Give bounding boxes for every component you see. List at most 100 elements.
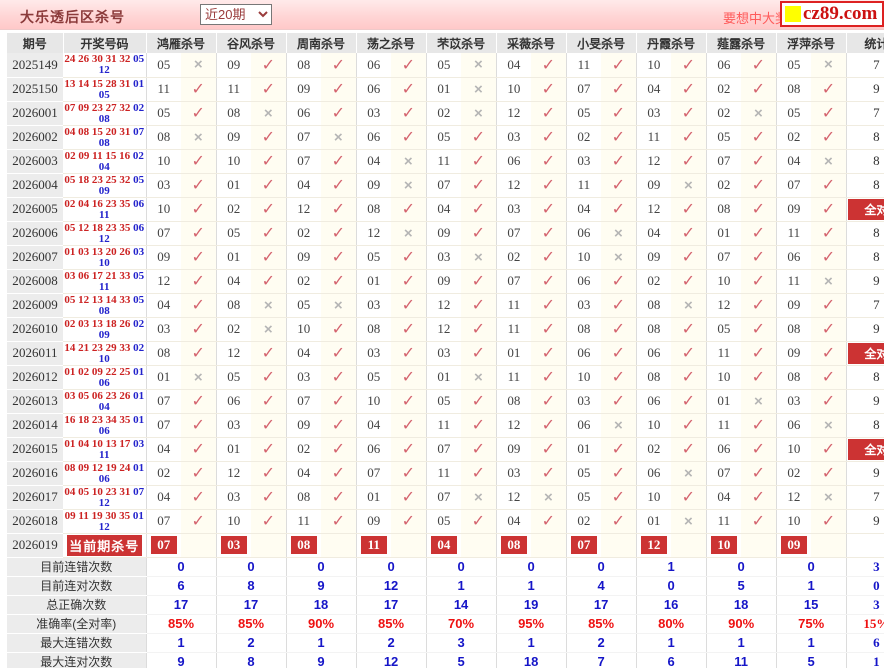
check-icon: ✓ <box>331 513 345 530</box>
kill-mark-cell: ✓ <box>601 293 637 318</box>
kill-mark-cell: ✓ <box>531 149 567 174</box>
kill-mark-cell: ✓ <box>181 149 217 174</box>
kill-number-cell: 05 <box>425 389 462 414</box>
kill-mark-cell: ✓ <box>461 317 497 342</box>
check-icon: ✓ <box>751 201 766 218</box>
draw-numbers-cell: 03 05 06 23 26 01 04 <box>63 389 146 414</box>
back-number-1: 02 <box>133 101 145 114</box>
summary-label: 最大连错次数 <box>7 633 146 653</box>
summary-value-text: 75% <box>798 616 825 631</box>
kill-mark-cell: ✓ <box>181 221 217 246</box>
kill-mark-cell: ✓ <box>531 461 567 486</box>
table-row: 2026009 05 12 13 14 33 05 08 04 ✓ 08 × 05 × 03 ✓ 12… <box>7 293 884 318</box>
check-icon: ✓ <box>681 489 696 506</box>
period-range-select[interactable]: 近20期 <box>200 4 272 25</box>
kill-mark-cell: ✓ <box>531 437 567 462</box>
stat-cell: 9 <box>845 317 884 342</box>
summary-value: 0 <box>495 557 567 577</box>
check-icon: ✓ <box>471 273 486 290</box>
kill-number-cell: 10 <box>635 485 672 510</box>
back-number-2: 05 <box>98 88 110 101</box>
header-kill-8: 薤露杀号 <box>705 33 777 53</box>
check-icon: ✓ <box>681 56 696 74</box>
kill-mark-cell: ✓ <box>671 53 707 78</box>
kill-number-cell: 04 <box>565 197 602 222</box>
check-icon: ✓ <box>611 81 626 98</box>
kill-mark-cell: ✓ <box>811 197 847 222</box>
kill-number-cell: 06 <box>705 53 742 78</box>
check-icon: ✓ <box>331 201 345 218</box>
check-icon: ✓ <box>191 225 205 242</box>
summary-value: 1 <box>495 633 567 653</box>
kill-number-cell: 01 <box>215 245 252 270</box>
kill-mark-cell: ✓ <box>601 509 637 534</box>
summary-value-text: 9 <box>317 578 325 593</box>
kill-mark-cell: × <box>461 365 497 390</box>
summary-value-text: 3 <box>457 635 465 650</box>
current-kill-number-cell: 11 <box>355 533 392 558</box>
kill-mark-cell: × <box>811 413 847 438</box>
draw-numbers-cell: 07 09 23 27 32 02 08 <box>63 101 146 126</box>
check-icon: ✓ <box>611 177 626 194</box>
header-kill-7: 丹霞杀号 <box>635 33 707 53</box>
kill-number-cell: 09 <box>775 293 812 318</box>
summary-value: 0 <box>565 557 637 577</box>
kill-number-cell: 05 <box>775 53 812 78</box>
kill-mark-cell: ✓ <box>741 509 777 534</box>
cross-icon: × <box>333 128 343 146</box>
site-logo[interactable]: cz89.com <box>780 1 884 27</box>
cross-icon: × <box>824 416 833 434</box>
kill-mark-cell: ✓ <box>601 317 637 342</box>
draw-numbers-cell: 05 12 18 23 35 06 12 <box>63 221 146 246</box>
kill-mark-cell: ✓ <box>741 221 777 246</box>
check-icon: ✓ <box>751 177 766 194</box>
cross-icon: × <box>613 224 623 242</box>
kill-mark-cell: ✓ <box>601 197 637 222</box>
kill-number-cell: 12 <box>495 101 532 126</box>
summary-stat-cell: 1 <box>845 652 884 668</box>
kill-number-cell: 12 <box>705 293 742 318</box>
front-numbers: 05 12 18 23 35 <box>64 221 131 234</box>
check-icon: ✓ <box>541 105 556 122</box>
front-numbers: 03 06 17 21 33 <box>64 269 131 282</box>
check-icon: ✓ <box>821 81 836 98</box>
kill-mark-cell: ✓ <box>461 149 497 174</box>
summary-value-text: 0 <box>737 559 745 574</box>
kill-number-cell: 03 <box>775 389 812 414</box>
check-icon: ✓ <box>191 153 205 170</box>
kill-mark-cell: × <box>251 101 287 126</box>
period-cell: 2026004 <box>7 173 63 198</box>
check-icon: ✓ <box>401 513 415 530</box>
summary-value: 11 <box>705 652 777 668</box>
summary-value: 75% <box>775 614 847 634</box>
kill-number-cell: 11 <box>425 461 462 486</box>
kill-number-cell: 06 <box>215 389 252 414</box>
check-icon: ✓ <box>681 321 696 338</box>
check-icon: ✓ <box>261 249 275 266</box>
check-icon: ✓ <box>821 177 836 194</box>
current-kill-mark-cell <box>321 533 357 558</box>
kill-mark-cell: ✓ <box>531 77 567 102</box>
current-kill-mark-cell <box>811 533 847 558</box>
kill-number-cell: 04 <box>145 293 181 318</box>
kill-mark-cell: ✓ <box>811 293 847 318</box>
lottery-table-body: 2025149 24 26 30 31 32 05 12 05 × 09 ✓ 08 ✓ 06 ✓ 05… <box>7 53 884 668</box>
kill-number-cell: 04 <box>635 221 672 246</box>
check-icon: ✓ <box>541 177 556 194</box>
kill-number-cell: 11 <box>635 125 672 150</box>
kill-number-cell: 02 <box>705 173 742 198</box>
kill-number-cell: 07 <box>285 125 322 150</box>
check-icon: ✓ <box>541 225 556 242</box>
cross-icon: × <box>473 248 483 266</box>
kill-mark-cell: ✓ <box>391 293 427 318</box>
check-icon: ✓ <box>751 153 766 170</box>
period-cell: 2025149 <box>7 53 63 78</box>
check-icon: ✓ <box>401 393 415 410</box>
stat-cell: 全对 <box>845 197 884 222</box>
kill-mark-cell: × <box>671 461 707 486</box>
cross-icon: × <box>473 368 483 386</box>
kill-mark-cell: ✓ <box>321 221 357 246</box>
kill-mark-cell: × <box>671 509 707 534</box>
summary-value: 1 <box>775 633 847 653</box>
kill-mark-cell: ✓ <box>531 293 567 318</box>
